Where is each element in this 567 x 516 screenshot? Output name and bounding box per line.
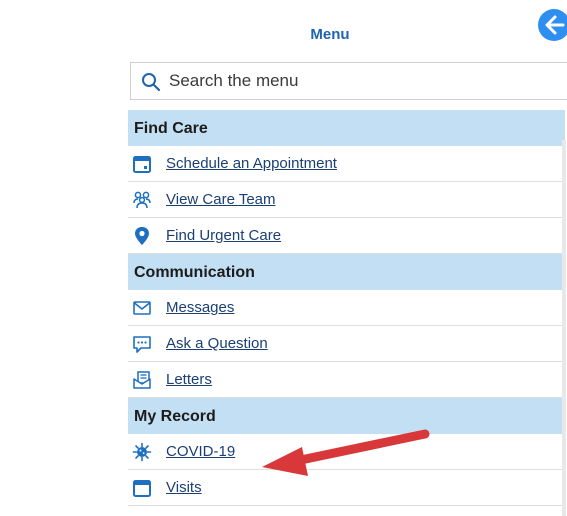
section-header-communication: Communication — [128, 254, 565, 290]
menu-item-label: Messages — [166, 299, 235, 316]
search-box[interactable] — [130, 62, 567, 100]
back-button[interactable] — [538, 9, 567, 41]
menu-item-view-care-team[interactable]: View Care Team — [128, 182, 565, 218]
menu-item-schedule-appointment[interactable]: Schedule an Appointment — [128, 146, 565, 182]
chat-bubble-icon — [133, 336, 151, 353]
menu-item-label: View Care Team — [166, 191, 276, 208]
envelope-icon — [133, 301, 151, 315]
virus-icon — [132, 442, 152, 462]
calendar-icon — [133, 156, 151, 173]
menu-item-label: Ask a Question — [166, 335, 268, 352]
menu-list: Find Care Schedule an Appointment View C… — [128, 110, 565, 506]
menu-item-find-urgent-care[interactable]: Find Urgent Care — [128, 218, 565, 254]
map-pin-icon — [135, 227, 149, 245]
letter-icon — [133, 371, 151, 389]
menu-item-label: Visits — [166, 479, 202, 496]
menu-header: Menu — [128, 0, 567, 62]
section-header-find-care: Find Care — [128, 110, 565, 146]
scrollbar[interactable] — [562, 140, 566, 516]
menu-item-label: COVID-19 — [166, 443, 236, 460]
menu-panel: Menu Find Care Schedule an Appointment — [128, 0, 567, 516]
section-header-my-record: My Record — [128, 398, 565, 434]
search-icon — [142, 73, 161, 92]
menu-item-label: Find Urgent Care — [166, 227, 282, 244]
arrow-left-icon — [545, 15, 565, 35]
calendar-icon — [133, 480, 151, 497]
care-team-icon — [133, 191, 151, 209]
menu-item-visits[interactable]: Visits — [128, 470, 565, 506]
menu-title: Menu — [310, 26, 350, 43]
menu-item-messages[interactable]: Messages — [128, 290, 565, 326]
menu-item-covid-19[interactable]: COVID-19 — [128, 434, 565, 470]
menu-item-label: Schedule an Appointment — [166, 155, 337, 172]
menu-item-label: Letters — [166, 371, 212, 388]
search-input[interactable] — [169, 63, 559, 99]
menu-item-letters[interactable]: Letters — [128, 362, 565, 398]
menu-item-ask-question[interactable]: Ask a Question — [128, 326, 565, 362]
